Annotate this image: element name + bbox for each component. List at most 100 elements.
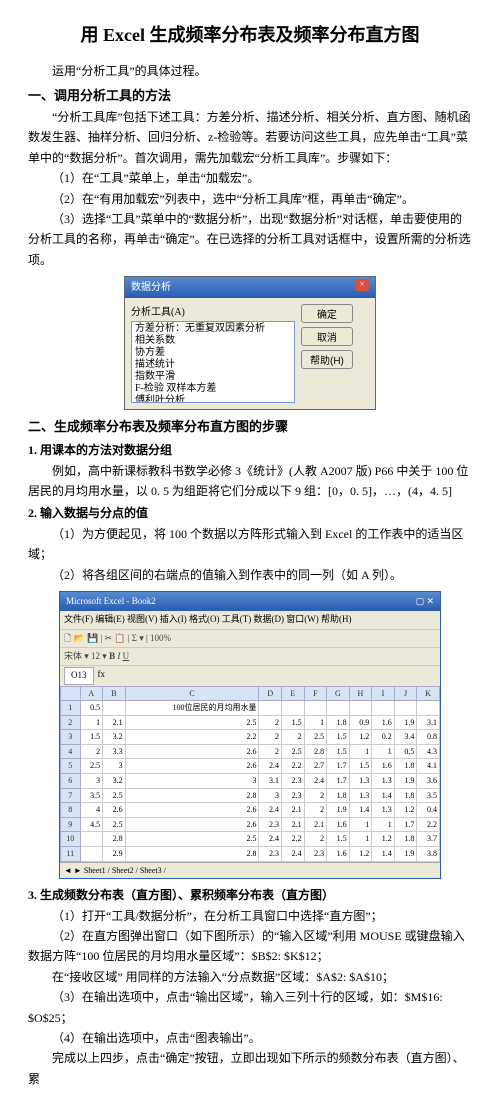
cell[interactable]: 2 bbox=[304, 832, 327, 847]
cell[interactable]: 1.4 bbox=[372, 788, 395, 803]
row-header[interactable]: 4 bbox=[61, 744, 81, 759]
excel-grid[interactable]: ABCDEFGHIJK 10.5100位居民的月均用水量212.12.521.5… bbox=[60, 686, 440, 862]
cell[interactable]: 1.5 bbox=[80, 730, 103, 745]
close-icon[interactable]: × bbox=[355, 279, 369, 291]
col-header[interactable]: D bbox=[259, 686, 282, 701]
cell[interactable]: 1.9 bbox=[394, 774, 417, 789]
cell[interactable]: 1.2 bbox=[349, 730, 372, 745]
cell[interactable]: 2 bbox=[304, 788, 327, 803]
cell[interactable]: 1.8 bbox=[394, 759, 417, 774]
cell[interactable]: 1.7 bbox=[327, 774, 350, 789]
cell[interactable]: 2.3 bbox=[282, 788, 305, 803]
cell[interactable] bbox=[282, 701, 305, 716]
cell[interactable]: 1.2 bbox=[394, 803, 417, 818]
cell[interactable]: 3.4 bbox=[394, 730, 417, 745]
cell[interactable]: 3.5 bbox=[417, 788, 440, 803]
cell[interactable]: 4.5 bbox=[80, 817, 103, 832]
cell[interactable]: 1.6 bbox=[372, 759, 395, 774]
cell[interactable]: 2.4 bbox=[259, 803, 282, 818]
cell[interactable]: 2 bbox=[259, 744, 282, 759]
cell[interactable]: 2.6 bbox=[125, 817, 259, 832]
cell[interactable]: 2 bbox=[304, 803, 327, 818]
list-item[interactable]: 协方差 bbox=[133, 347, 293, 359]
cell[interactable]: 0.2 bbox=[372, 730, 395, 745]
row-header[interactable]: 1 bbox=[61, 701, 81, 716]
col-header[interactable]: G bbox=[327, 686, 350, 701]
list-item[interactable]: 相关系数 bbox=[133, 335, 293, 347]
cell[interactable]: 1.6 bbox=[327, 847, 350, 862]
excel-sheet-tabs[interactable]: ◄ ► Sheet1 / Sheet2 / Sheet3 / bbox=[60, 862, 440, 879]
cell[interactable]: 1.8 bbox=[394, 832, 417, 847]
list-item[interactable]: 描述统计 bbox=[133, 359, 293, 371]
cell[interactable]: 1.7 bbox=[327, 759, 350, 774]
cell[interactable]: 0.9 bbox=[349, 715, 372, 730]
cell[interactable]: 2 bbox=[282, 730, 305, 745]
row-header[interactable]: 10 bbox=[61, 832, 81, 847]
cell[interactable]: 2.5 bbox=[304, 730, 327, 745]
row-header[interactable]: 11 bbox=[61, 847, 81, 862]
row-header[interactable]: 5 bbox=[61, 759, 81, 774]
cell[interactable]: 2.1 bbox=[304, 817, 327, 832]
tools-listbox[interactable]: 方差分析：无重复双因素分析 相关系数 协方差 描述统计 指数平滑 F-检验 双样… bbox=[131, 321, 295, 403]
row-header[interactable]: 2 bbox=[61, 715, 81, 730]
cell[interactable] bbox=[80, 832, 103, 847]
ok-button[interactable]: 确定 bbox=[301, 304, 353, 323]
cell[interactable]: 0.5 bbox=[80, 701, 103, 716]
cell[interactable] bbox=[372, 701, 395, 716]
list-item[interactable]: F-检验 双样本方差 bbox=[133, 383, 293, 395]
cell[interactable]: 1.8 bbox=[327, 715, 350, 730]
cell[interactable]: 1.4 bbox=[349, 803, 372, 818]
window-controls[interactable]: ▢ ✕ bbox=[416, 594, 434, 609]
cell[interactable]: 3.5 bbox=[80, 788, 103, 803]
cell[interactable]: 1.9 bbox=[327, 803, 350, 818]
cell[interactable]: 1.9 bbox=[394, 847, 417, 862]
cell[interactable]: 2.2 bbox=[417, 817, 440, 832]
cell[interactable]: 2.5 bbox=[103, 788, 126, 803]
cell[interactable]: 2.5 bbox=[282, 744, 305, 759]
col-header[interactable]: K bbox=[417, 686, 440, 701]
cell[interactable]: 1.5 bbox=[327, 744, 350, 759]
cell[interactable]: 2.4 bbox=[259, 759, 282, 774]
cell[interactable]: 2.6 bbox=[103, 803, 126, 818]
cell[interactable]: 2.3 bbox=[304, 847, 327, 862]
cell[interactable]: 3 bbox=[125, 774, 259, 789]
cell[interactable]: 3.2 bbox=[103, 774, 126, 789]
cell[interactable]: 1.3 bbox=[349, 774, 372, 789]
col-header[interactable]: H bbox=[349, 686, 372, 701]
cell[interactable] bbox=[80, 847, 103, 862]
cell[interactable]: 1.5 bbox=[327, 730, 350, 745]
col-header[interactable]: B bbox=[103, 686, 126, 701]
cell[interactable]: 4 bbox=[80, 803, 103, 818]
cell[interactable]: 1 bbox=[349, 817, 372, 832]
row-header[interactable]: 9 bbox=[61, 817, 81, 832]
cell[interactable] bbox=[259, 701, 282, 716]
cell[interactable]: 2.8 bbox=[125, 847, 259, 862]
cell[interactable] bbox=[349, 701, 372, 716]
list-item[interactable]: 指数平滑 bbox=[133, 371, 293, 383]
cell[interactable]: 1 bbox=[372, 817, 395, 832]
cell[interactable]: 1.3 bbox=[372, 803, 395, 818]
cell[interactable]: 3 bbox=[80, 774, 103, 789]
cell[interactable]: 0.8 bbox=[417, 730, 440, 745]
excel-toolbar[interactable]: 🗋 📂 💾 | ✂ 📋 | Σ ▾ | 100% bbox=[60, 629, 440, 647]
cell[interactable]: 3.7 bbox=[417, 832, 440, 847]
cell[interactable]: 2.9 bbox=[103, 847, 126, 862]
cell[interactable]: 2.6 bbox=[125, 744, 259, 759]
cell[interactable]: 2 bbox=[259, 715, 282, 730]
cell[interactable]: 2.3 bbox=[259, 847, 282, 862]
cell[interactable]: 2.3 bbox=[282, 774, 305, 789]
cell[interactable]: 1 bbox=[372, 744, 395, 759]
cell[interactable]: 2.8 bbox=[125, 788, 259, 803]
cell[interactable]: 2.8 bbox=[304, 744, 327, 759]
row-header[interactable]: 8 bbox=[61, 803, 81, 818]
excel-cellbar[interactable]: O13 fx bbox=[60, 665, 440, 685]
cell[interactable]: 2.4 bbox=[282, 847, 305, 862]
cell[interactable]: 3.3 bbox=[103, 744, 126, 759]
cell[interactable]: 1 bbox=[349, 744, 372, 759]
cell[interactable]: 1 bbox=[349, 832, 372, 847]
cell[interactable]: 3.1 bbox=[259, 774, 282, 789]
list-item[interactable]: 方差分析：无重复双因素分析 bbox=[133, 323, 293, 335]
cell[interactable]: 1.5 bbox=[327, 832, 350, 847]
cell[interactable] bbox=[327, 701, 350, 716]
cell[interactable] bbox=[394, 701, 417, 716]
